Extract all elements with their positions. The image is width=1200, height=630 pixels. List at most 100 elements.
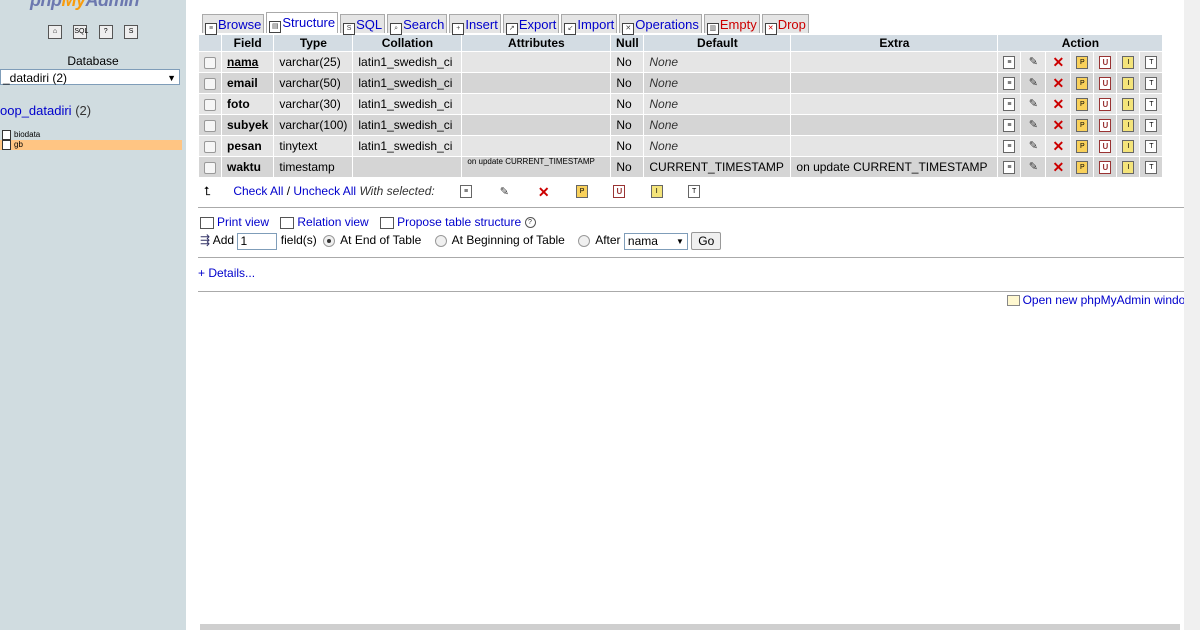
drop-icon[interactable]: ✕	[1051, 118, 1065, 132]
row-checkbox[interactable]	[204, 56, 216, 69]
propose-label[interactable]: Propose table structure	[397, 215, 521, 229]
edit-icon[interactable]: ✎	[1026, 76, 1040, 90]
tab-browse[interactable]: ≡ Browse	[202, 14, 265, 35]
print-view-link[interactable]: Print view	[200, 215, 269, 229]
browse-distinct-icon[interactable]: ≡	[1003, 98, 1016, 112]
header-attributes[interactable]: Attributes	[462, 35, 611, 51]
vertical-scrollbar[interactable]	[1184, 0, 1200, 630]
tab-sql[interactable]: S SQL	[340, 14, 386, 35]
primary-selected-icon[interactable]: P	[576, 185, 589, 199]
header-extra[interactable]: Extra	[791, 35, 998, 51]
browse-selected-icon[interactable]: ≡	[460, 185, 473, 199]
browse-distinct-icon[interactable]: ≡	[1003, 161, 1016, 175]
field-count-input[interactable]	[237, 232, 278, 250]
row-checkbox[interactable]	[204, 98, 216, 111]
index-icon[interactable]: I	[1122, 140, 1135, 154]
beginning-of-table-label[interactable]: At Beginning of Table	[452, 233, 565, 247]
primary-key-icon[interactable]: P	[1076, 77, 1089, 91]
primary-key-icon[interactable]: P	[1076, 56, 1089, 70]
edit-icon[interactable]: ✎	[1026, 160, 1040, 174]
fulltext-selected-icon[interactable]: T	[688, 185, 701, 199]
unique-icon[interactable]: U	[1099, 56, 1112, 70]
tab-export[interactable]: ↗ Export	[502, 14, 560, 35]
edit-icon[interactable]: ✎	[1026, 55, 1040, 69]
index-icon[interactable]: I	[1122, 77, 1135, 91]
unique-icon[interactable]: U	[1099, 140, 1112, 154]
radio-after[interactable]	[578, 235, 591, 247]
radio-end-of-table[interactable]	[323, 235, 336, 247]
index-selected-icon[interactable]: I	[650, 185, 663, 199]
database-select[interactable]: _datadiri (2) ▼	[0, 69, 180, 85]
drop-icon[interactable]: ✕	[1051, 55, 1065, 69]
help-icon[interactable]: ?	[524, 217, 536, 229]
docs-icon[interactable]: ?	[98, 24, 113, 39]
home-icon[interactable]: ⌂	[48, 24, 62, 39]
tab-drop[interactable]: ✕ Drop	[761, 14, 809, 35]
browse-distinct-icon[interactable]: ≡	[1003, 140, 1016, 154]
check-all-link[interactable]: Check All	[233, 184, 283, 198]
unique-icon[interactable]: U	[1099, 98, 1112, 112]
open-new-window-label[interactable]: Open new phpMyAdmin window	[1023, 293, 1194, 307]
horizontal-scrollbar[interactable]	[200, 624, 1180, 630]
fulltext-icon[interactable]: T	[1145, 77, 1158, 91]
header-field[interactable]: Field	[222, 35, 274, 51]
tab-insert[interactable]: + Insert	[449, 14, 501, 35]
open-new-window-link[interactable]: Open new phpMyAdmin window	[1006, 293, 1194, 307]
browse-distinct-icon[interactable]: ≡	[1003, 119, 1016, 133]
table-item-biodata[interactable]: biodata	[0, 130, 182, 140]
edit-icon[interactable]: ✎	[1026, 139, 1040, 153]
row-checkbox[interactable]	[204, 140, 216, 153]
edit-selected-icon[interactable]: ✎	[497, 185, 511, 199]
fulltext-icon[interactable]: T	[1145, 56, 1158, 70]
table-item-label[interactable]: gb	[14, 140, 23, 149]
tab-empty[interactable]: ▥ Empty	[703, 14, 760, 35]
primary-key-icon[interactable]: P	[1076, 119, 1089, 133]
unique-icon[interactable]: U	[1099, 161, 1112, 175]
header-collation[interactable]: Collation	[353, 35, 462, 51]
drop-icon[interactable]: ✕	[1051, 160, 1065, 174]
primary-key-icon[interactable]: P	[1076, 140, 1089, 154]
go-button[interactable]: Go	[691, 232, 722, 250]
edit-icon[interactable]: ✎	[1026, 97, 1040, 111]
table-icon[interactable]	[2, 130, 11, 140]
unique-selected-icon[interactable]: U	[613, 185, 626, 199]
browse-distinct-icon[interactable]: ≡	[1003, 77, 1016, 91]
after-label[interactable]: After	[595, 233, 620, 247]
fulltext-icon[interactable]: T	[1145, 161, 1158, 175]
database-title[interactable]: oop_datadiri (2)	[0, 103, 91, 118]
index-icon[interactable]: I	[1122, 161, 1135, 175]
drop-icon[interactable]: ✕	[1051, 139, 1065, 153]
row-checkbox[interactable]	[204, 161, 216, 174]
fulltext-icon[interactable]: T	[1145, 140, 1158, 154]
print-view-label[interactable]: Print view	[217, 215, 269, 229]
table-item-label[interactable]: biodata	[14, 130, 40, 139]
index-icon[interactable]: I	[1122, 98, 1135, 112]
drop-icon[interactable]: ✕	[1051, 76, 1065, 90]
tab-structure[interactable]: ▤ Structure	[266, 12, 339, 33]
fulltext-icon[interactable]: T	[1145, 119, 1158, 133]
browse-distinct-icon[interactable]: ≡	[1003, 56, 1016, 70]
sql-docs-icon[interactable]: S	[124, 24, 139, 39]
header-type[interactable]: Type	[274, 35, 353, 51]
tab-operations[interactable]: ✕ Operations	[619, 14, 702, 35]
propose-structure-link[interactable]: Propose table structure ?	[380, 215, 536, 229]
table-icon[interactable]	[2, 140, 11, 150]
table-item-gb[interactable]: gb	[0, 140, 182, 150]
tab-search[interactable]: ⌕ Search	[387, 14, 448, 35]
radio-beginning-of-table[interactable]	[434, 235, 447, 247]
row-checkbox[interactable]	[204, 77, 216, 90]
relation-view-link[interactable]: Relation view	[280, 215, 369, 229]
row-checkbox[interactable]	[204, 119, 216, 132]
fulltext-icon[interactable]: T	[1145, 98, 1158, 112]
unique-icon[interactable]: U	[1099, 119, 1112, 133]
tab-import[interactable]: ↙ Import	[561, 14, 618, 35]
edit-icon[interactable]: ✎	[1026, 118, 1040, 132]
index-icon[interactable]: I	[1122, 119, 1135, 133]
index-icon[interactable]: I	[1122, 56, 1135, 70]
end-of-table-label[interactable]: At End of Table	[340, 233, 421, 247]
header-default[interactable]: Default	[644, 35, 791, 51]
after-field-select[interactable]: nama ▼	[623, 232, 688, 250]
unique-icon[interactable]: U	[1099, 77, 1112, 91]
primary-key-icon[interactable]: P	[1076, 161, 1089, 175]
sql-query-icon[interactable]: SQL	[73, 24, 88, 39]
